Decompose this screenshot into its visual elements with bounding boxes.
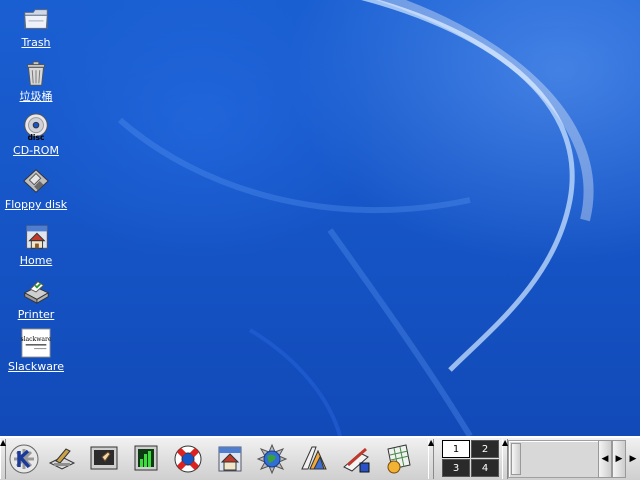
arrow-right-icon: ▶ bbox=[629, 454, 637, 464]
desktop-icon-trash-folder[interactable]: Trash bbox=[0, 4, 72, 49]
disc-text: disc bbox=[28, 133, 45, 142]
desktop-background[interactable]: Trash 垃圾桶 disc CD-ROM Floppy disk Home P… bbox=[0, 0, 640, 436]
panel-handle-pager[interactable]: ▲ bbox=[428, 439, 434, 479]
editor-launcher[interactable] bbox=[338, 441, 374, 477]
desktop-pager: 1 2 3 4 bbox=[442, 440, 500, 478]
help-lifebuoy-icon bbox=[174, 445, 202, 473]
slackware-logo-icon: slackware bbox=[21, 328, 51, 358]
desktop-icon-printer[interactable]: Printer bbox=[0, 276, 72, 321]
taskbar-slot[interactable] bbox=[511, 443, 521, 475]
desktop-icon-slackware[interactable]: slackware Slackware bbox=[0, 328, 72, 373]
scroll-right-button[interactable]: ▶ bbox=[612, 440, 626, 478]
arrow-left-icon: ◀ bbox=[601, 454, 609, 464]
desktop-icon-label: Trash bbox=[21, 36, 51, 49]
home-browser-icon bbox=[218, 446, 242, 472]
panel-arrow-icon[interactable]: ▲ bbox=[428, 439, 434, 447]
wallpaper-waves bbox=[118, 0, 594, 436]
slackware-logo-text: slackware bbox=[21, 336, 51, 343]
system-monitor-launcher[interactable] bbox=[128, 441, 164, 477]
pager-desktop-2[interactable]: 2 bbox=[471, 440, 499, 458]
editor-icon bbox=[343, 447, 370, 473]
system-monitor-icon bbox=[134, 445, 158, 471]
web-browser-launcher[interactable] bbox=[254, 441, 290, 477]
home-browser-launcher[interactable] bbox=[212, 441, 248, 477]
office-suite-icon bbox=[301, 446, 327, 470]
desktop-icon-trash-can[interactable]: 垃圾桶 bbox=[0, 58, 72, 103]
panel-expand-button[interactable]: ▶ bbox=[626, 440, 640, 478]
desktop-icon-label: Printer bbox=[17, 308, 55, 321]
floppy-disk-icon bbox=[23, 169, 49, 193]
desktop-icon-label: 垃圾桶 bbox=[19, 90, 53, 103]
pager-desktop-3[interactable]: 3 bbox=[442, 459, 470, 477]
pager-desktop-1[interactable]: 1 bbox=[442, 440, 470, 458]
desktop-icon-cdrom[interactable]: disc CD-ROM bbox=[0, 112, 72, 157]
kde-panel: ▲ ▲ 1 2 3 4 ▲ ◀ ▶ ▶ bbox=[0, 436, 640, 480]
konqueror-tool-launcher[interactable] bbox=[44, 441, 80, 477]
office-suite-launcher[interactable] bbox=[296, 441, 332, 477]
terminal-icon bbox=[90, 446, 118, 470]
printer-icon bbox=[23, 281, 50, 305]
desktop-icon-label: Home bbox=[19, 254, 53, 267]
desktop-icon-floppy[interactable]: Floppy disk bbox=[0, 166, 72, 211]
arrow-right-icon: ▶ bbox=[615, 454, 623, 464]
spreadsheet-icon bbox=[387, 444, 411, 474]
folder-trash-icon bbox=[24, 9, 48, 29]
kde-menu-icon bbox=[9, 444, 39, 474]
taskbar-area[interactable] bbox=[508, 440, 602, 478]
konqueror-tool-icon bbox=[48, 448, 76, 470]
home-folder-icon bbox=[26, 225, 48, 249]
cdrom-disc-icon: disc bbox=[24, 113, 48, 142]
help-launcher[interactable] bbox=[170, 441, 206, 477]
desktop-icon-label: Slackware bbox=[8, 360, 64, 373]
kde-menu-button[interactable] bbox=[6, 441, 42, 477]
desktop-icon-home[interactable]: Home bbox=[0, 222, 72, 267]
desktop-icon-label: Floppy disk bbox=[4, 198, 68, 211]
pager-desktop-4[interactable]: 4 bbox=[471, 459, 499, 477]
spreadsheet-launcher[interactable] bbox=[380, 441, 416, 477]
web-globe-icon bbox=[256, 443, 288, 475]
scroll-left-button[interactable]: ◀ bbox=[598, 440, 612, 478]
desktop-icon-label: CD-ROM bbox=[13, 144, 59, 157]
terminal-launcher[interactable] bbox=[86, 441, 122, 477]
trash-can-icon bbox=[27, 61, 45, 86]
